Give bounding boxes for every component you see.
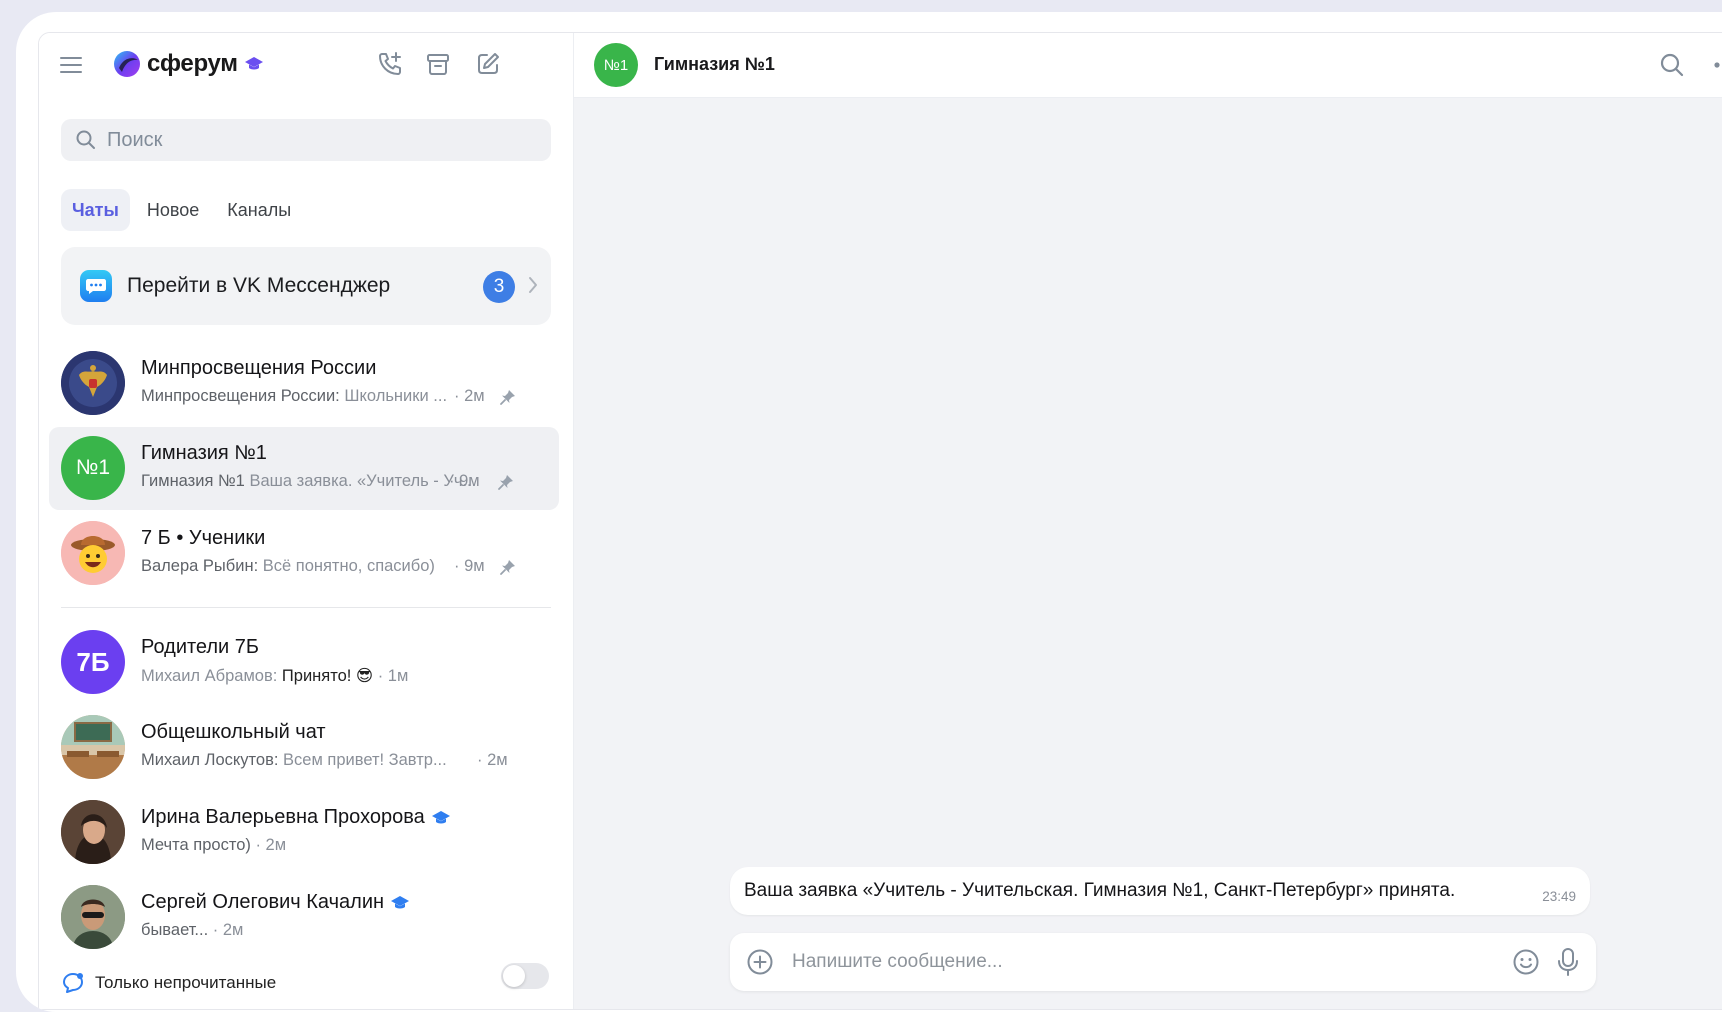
sidebar-topbar: сферум	[39, 33, 573, 95]
chat-preview: Гимназия №1 Ваша заявка. «Учитель - Уч..…	[141, 472, 477, 490]
emoji-icon[interactable]	[1512, 948, 1540, 976]
chat-time: · 9м	[454, 557, 485, 575]
sferum-logo[interactable]: сферум	[113, 49, 264, 79]
menu-icon[interactable]	[57, 51, 85, 79]
chat-title: 7 Б • Ученики	[141, 527, 266, 549]
vk-messenger-label: Перейти в VK Мессенджер	[127, 274, 391, 297]
microphone-icon[interactable]	[1554, 947, 1582, 977]
more-options-icon[interactable]	[1711, 50, 1722, 80]
pin-icon	[500, 390, 515, 405]
window-frame: сферум Чаты Новое Каналы	[16, 12, 1722, 1012]
pinned-divider	[61, 607, 551, 608]
person-photo-icon	[61, 885, 125, 949]
chat-time: · 2м	[454, 387, 485, 405]
unread-count-badge: 3	[483, 271, 515, 303]
sferum-app: сферум Чаты Новое Каналы	[38, 32, 1722, 1010]
verified-teacher-icon	[431, 810, 450, 823]
message-text: Ваша заявка «Учитель - Учительская. Гимн…	[744, 880, 1456, 901]
chat-preview: Валера Рыбин: Всё понятно, спасибо)	[141, 557, 435, 575]
chat-item-7b-students[interactable]: 7 Б • Ученики Валера Рыбин: Всё понятно,…	[39, 511, 573, 596]
chat-item-minprosveshcheniya[interactable]: Минпросвещения России Минпросвещения Рос…	[39, 341, 573, 426]
sidebar: сферум Чаты Новое Каналы	[39, 33, 573, 1009]
pin-icon	[498, 475, 513, 490]
logo-text: сферум	[147, 50, 238, 77]
chat-time: · 2м	[477, 751, 508, 769]
search-icon[interactable]	[1657, 50, 1687, 80]
avatar: №1	[61, 436, 125, 500]
chat-title: Минпросвещения России	[141, 357, 377, 379]
classroom-image-icon	[61, 715, 125, 779]
search-icon	[76, 130, 95, 149]
vk-messenger-card[interactable]: Перейти в VK Мессенджер 3	[61, 247, 551, 325]
chat-item-parents-7b[interactable]: 7Б Родители 7Б Михаил Абрамов: Принято! …	[39, 620, 573, 705]
chat-item-school-chat[interactable]: Общешкольный чат Михаил Лоскутов: Всем п…	[39, 705, 573, 790]
unread-filter-row: Только непрочитанные	[61, 965, 551, 1001]
person-photo-icon	[61, 800, 125, 864]
tab-new[interactable]: Новое	[136, 189, 210, 231]
toggle-knob	[503, 965, 525, 987]
coat-of-arms-icon	[61, 351, 125, 415]
search-input[interactable]	[105, 127, 509, 153]
message-bubble[interactable]: Ваша заявка «Учитель - Учительская. Гимн…	[730, 867, 1590, 915]
chat-preview: Михаил Абрамов: Принято! 😎 · 1м	[141, 667, 409, 685]
avatar	[61, 885, 125, 949]
conversation-avatar[interactable]: №1	[594, 43, 638, 87]
call-icon[interactable]	[373, 47, 407, 81]
unread-chat-icon	[63, 973, 83, 993]
avatar	[61, 521, 125, 585]
chat-title: Ирина Валерьевна Прохорова	[141, 806, 451, 829]
conversation-pane: №1 Гимназия №1 Ваша заявка «Учитель - Уч…	[574, 33, 1722, 1009]
chat-title: Родители 7Б	[141, 636, 260, 658]
chat-preview: Михаил Лоскутов: Всем привет! Завтр...	[141, 751, 447, 769]
cowboy-emoji-icon	[61, 521, 125, 585]
conversation-header: №1 Гимназия №1	[574, 33, 1722, 98]
avatar: 7Б	[61, 630, 125, 694]
archive-icon[interactable]	[421, 47, 455, 81]
chat-preview: бывает... · 2м	[141, 921, 244, 939]
chat-item-irina-prokhorova[interactable]: Ирина Валерьевна Прохорова Мечта просто)…	[39, 790, 573, 875]
compose-icon[interactable]	[471, 47, 505, 81]
unread-only-toggle[interactable]	[501, 963, 549, 989]
tab-channels[interactable]: Каналы	[216, 189, 302, 231]
chat-title: Общешкольный чат	[141, 721, 326, 743]
vk-messenger-icon	[80, 270, 112, 302]
chat-tabs: Чаты Новое Каналы	[61, 189, 302, 231]
selected-highlight	[49, 427, 559, 510]
conversation-title[interactable]: Гимназия №1	[654, 54, 775, 75]
chevron-right-icon	[529, 277, 537, 293]
chat-item-gymnasium-1[interactable]: №1 Гимназия №1 Гимназия №1 Ваша заявка. …	[39, 426, 573, 511]
unread-filter-label: Только непрочитанные	[95, 973, 277, 992]
chat-preview: Мечта просто) · 2м	[141, 836, 287, 854]
edu-cap-icon	[244, 57, 263, 70]
verified-teacher-icon	[391, 895, 410, 908]
message-input[interactable]	[790, 950, 1454, 974]
pin-icon	[500, 560, 515, 575]
avatar	[61, 800, 125, 864]
chat-preview: Минпросвещения России: Школьники ...	[141, 387, 448, 405]
chat-time: · 9м	[449, 472, 480, 490]
attach-icon[interactable]	[746, 948, 774, 976]
chat-item-sergey-kachalin[interactable]: Сергей Олегович Качалин бывает... · 2м	[39, 875, 573, 960]
message-time: 23:49	[1542, 889, 1576, 904]
chat-list: Минпросвещения России Минпросвещения Рос…	[39, 341, 573, 960]
search-box[interactable]	[61, 119, 551, 161]
chat-title: Гимназия №1	[141, 442, 267, 464]
tab-chats[interactable]: Чаты	[61, 189, 130, 231]
avatar	[61, 351, 125, 415]
message-composer	[730, 933, 1596, 991]
avatar	[61, 715, 125, 779]
sferum-logo-icon	[114, 51, 140, 77]
chat-title: Сергей Олегович Качалин	[141, 891, 410, 914]
